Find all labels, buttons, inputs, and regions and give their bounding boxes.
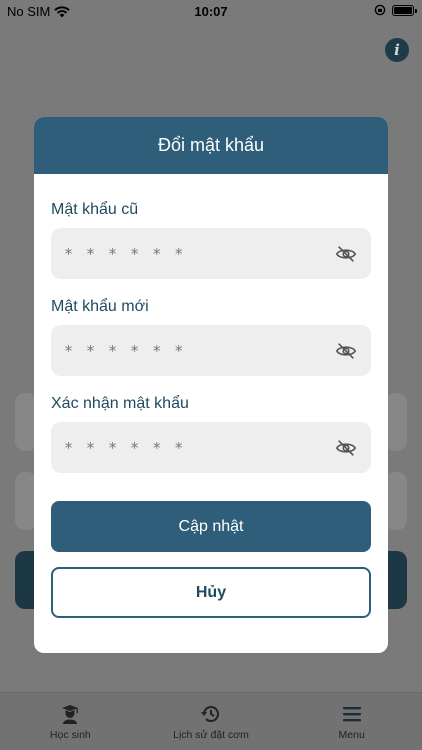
confirm-password-label: Xác nhận mật khẩu	[51, 395, 189, 412]
status-bar: No SIM 10:07	[0, 0, 422, 22]
dialog-title: Đổi mật khẩu	[157, 135, 265, 155]
battery-icon	[392, 4, 417, 16]
old-password-input[interactable]	[64, 244, 304, 263]
old-password-field[interactable]	[51, 228, 371, 279]
new-password-field[interactable]	[51, 325, 371, 376]
eye-off-icon[interactable]	[335, 243, 357, 265]
confirm-password-field[interactable]	[51, 422, 371, 473]
tab-label: Menu	[338, 729, 365, 741]
eye-off-icon[interactable]	[335, 340, 357, 362]
menu-icon	[342, 707, 361, 722]
update-button[interactable]: Cập nhật	[51, 501, 371, 552]
confirm-password-input[interactable]	[64, 438, 304, 457]
eye-off-icon[interactable]	[335, 437, 357, 459]
history-icon	[201, 706, 219, 722]
tab-label: Lịch sử đặt cơm	[173, 729, 249, 741]
bottom-tab-bar: Học sinh Lịch sử đặt cơm Menu	[0, 692, 422, 750]
tab-students[interactable]: Học sinh	[0, 693, 141, 750]
new-password-label: Mật khẩu mới	[51, 298, 149, 315]
info-icon[interactable]: i	[385, 38, 409, 62]
change-password-dialog: Đổi mật khẩu Mật khẩu cũ Mật khẩu mới Xá…	[34, 117, 388, 653]
tab-label: Học sinh	[49, 729, 91, 741]
old-password-label: Mật khẩu cũ	[51, 201, 139, 218]
background-field-right	[385, 393, 407, 451]
clock: 10:07	[194, 4, 228, 19]
cancel-button[interactable]: Hủy	[51, 567, 371, 618]
orientation-lock-icon	[374, 4, 386, 16]
new-password-input[interactable]	[64, 341, 304, 360]
tab-menu[interactable]: Menu	[281, 693, 422, 750]
dialog-header: Đổi mật khẩu	[34, 117, 388, 174]
tab-meal-history[interactable]: Lịch sử đặt cơm	[141, 693, 282, 750]
background-field-right	[385, 472, 407, 530]
student-icon	[62, 705, 79, 724]
